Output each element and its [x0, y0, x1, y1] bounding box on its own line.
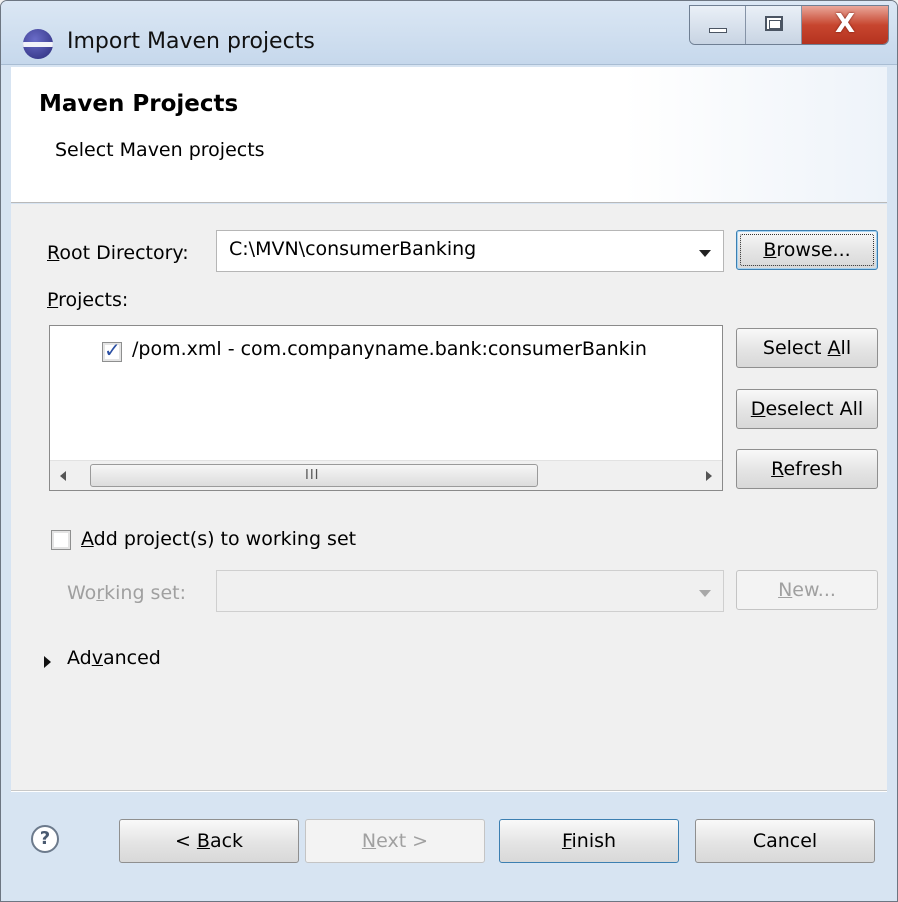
next-button[interactable]: Next > [305, 819, 485, 863]
root-directory-combo[interactable]: C:\MVN\consumerBanking [216, 230, 724, 272]
import-maven-projects-dialog: Import Maven projects X Maven Projects S… [0, 0, 898, 902]
working-set-combo[interactable] [216, 570, 724, 612]
close-button[interactable]: X [802, 6, 888, 44]
horizontal-scrollbar[interactable]: III [50, 460, 722, 490]
page-title: Maven Projects [39, 91, 239, 117]
advanced-expand-icon[interactable] [44, 656, 51, 668]
refresh-button[interactable]: Refresh [736, 449, 878, 489]
root-directory-value: C:\MVN\consumerBanking [229, 238, 477, 260]
select-all-button[interactable]: Select All [736, 328, 878, 368]
project-checkbox[interactable] [102, 338, 122, 362]
add-to-working-set-label[interactable]: Add project(s) to working set [81, 528, 356, 550]
working-set-label: Working set: [67, 582, 186, 604]
wizard-header: Maven Projects Select Maven projects [11, 67, 887, 203]
back-button[interactable]: < Back [119, 819, 299, 863]
cancel-button[interactable]: Cancel [695, 819, 875, 863]
eclipse-icon [23, 29, 53, 59]
advanced-toggle[interactable]: Advanced [67, 647, 161, 669]
wizard-content: Root Directory: C:\MVN\consumerBanking B… [11, 204, 887, 790]
scroll-left-icon[interactable] [60, 471, 66, 481]
project-item-label: /pom.xml - com.companyname.bank:consumer… [132, 338, 647, 360]
browse-button[interactable]: Browse... [736, 230, 878, 270]
finish-button[interactable]: Finish [499, 819, 679, 863]
help-icon[interactable]: ? [31, 825, 59, 853]
maximize-icon [765, 16, 783, 31]
root-directory-label: Root Directory: [47, 242, 189, 264]
projects-list[interactable]: /pom.xml - com.companyname.bank:consumer… [49, 325, 723, 491]
projects-label: Projects: [47, 289, 129, 311]
maximize-button[interactable] [746, 6, 802, 44]
minimize-button[interactable] [690, 6, 746, 44]
new-working-set-button[interactable]: New... [736, 570, 878, 610]
add-to-working-set-checkbox[interactable] [51, 530, 71, 550]
title-bar[interactable]: Import Maven projects X [1, 1, 897, 65]
scroll-right-icon[interactable] [706, 471, 712, 481]
scrollbar-thumb[interactable]: III [90, 464, 538, 487]
window-title: Import Maven projects [67, 29, 315, 54]
dropdown-arrow-icon[interactable] [699, 250, 711, 257]
grip-icon: III [305, 468, 320, 483]
minimize-icon [709, 28, 727, 33]
close-icon: X [834, 9, 856, 39]
deselect-all-button[interactable]: Deselect All [736, 389, 878, 429]
caption-buttons: X [689, 5, 889, 45]
page-description: Select Maven projects [55, 139, 265, 161]
footer-separator [11, 790, 887, 792]
dropdown-arrow-icon [699, 590, 711, 597]
